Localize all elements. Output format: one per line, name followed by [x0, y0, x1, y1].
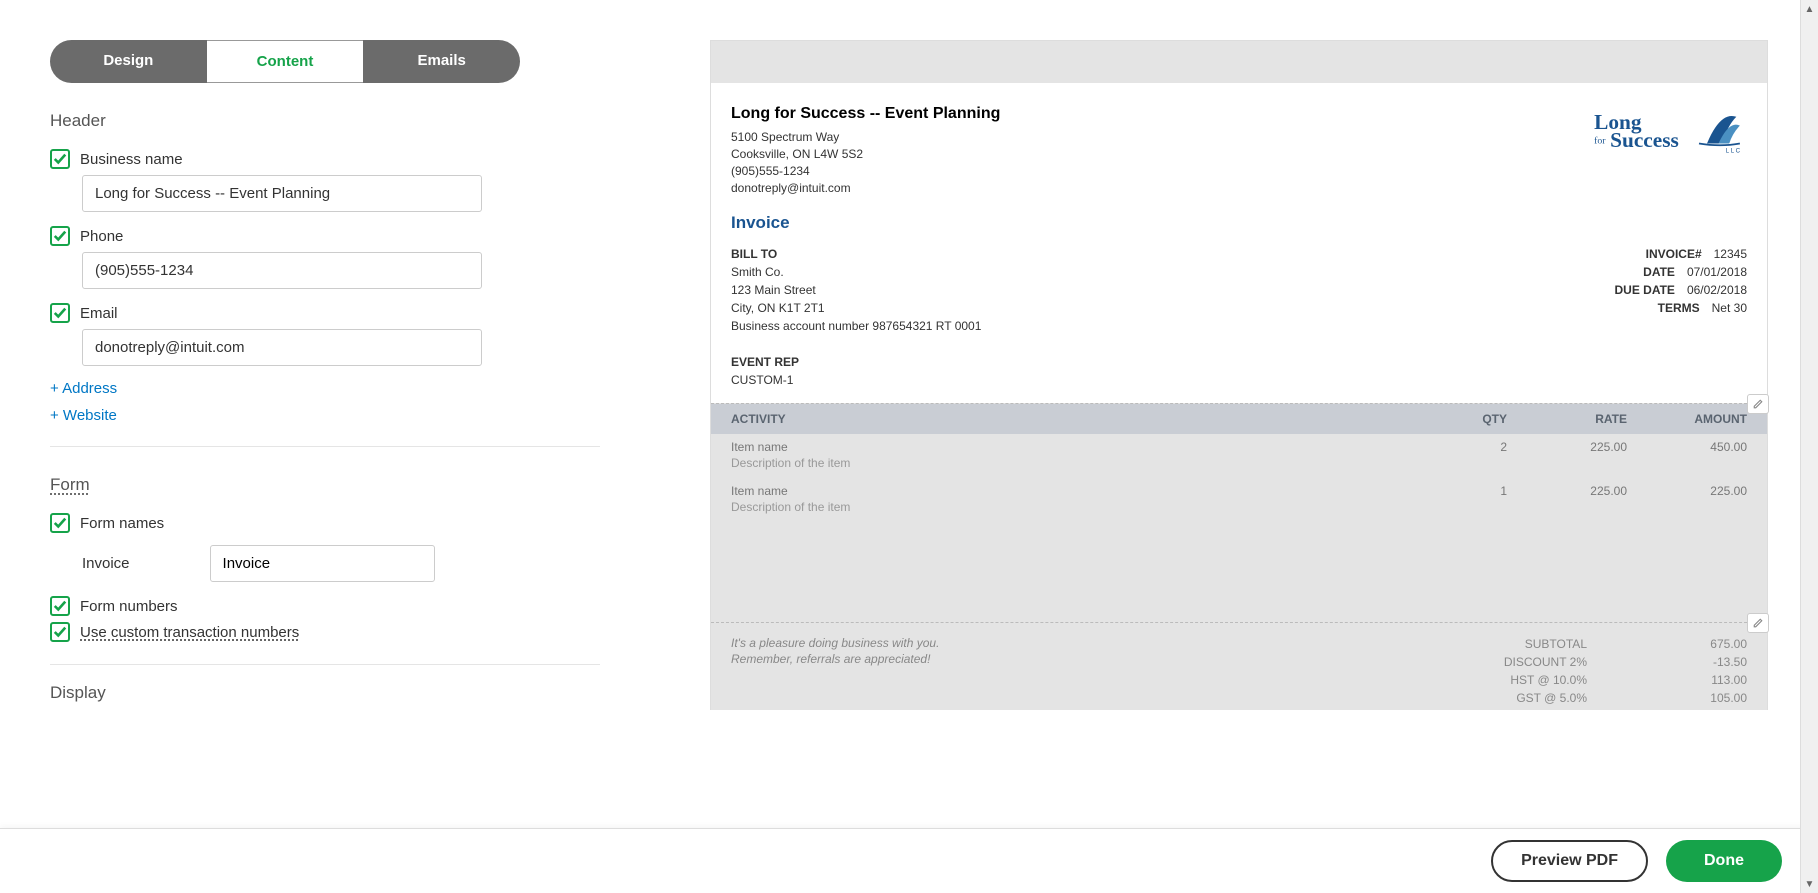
edit-totals-button[interactable] — [1747, 613, 1769, 633]
company-email: donotreply@intuit.com — [731, 180, 1000, 197]
subtotal-value: 675.00 — [1687, 635, 1747, 653]
item-desc: Description of the item — [711, 500, 1767, 522]
hst-value: 113.00 — [1687, 671, 1747, 689]
preview-pdf-button[interactable]: Preview PDF — [1491, 840, 1648, 882]
add-website-link[interactable]: + Website — [50, 407, 550, 424]
divider-2 — [50, 664, 600, 665]
phone-label: Phone — [80, 228, 123, 245]
due-label: DUE DATE — [1614, 281, 1674, 299]
settings-panel: Design Content Emails Header Business na… — [50, 0, 550, 710]
checkbox-form-numbers[interactable] — [50, 596, 70, 616]
section-form: Form — [50, 475, 550, 495]
footer: Preview PDF Done — [0, 828, 1818, 893]
col-qty: QTY — [1427, 412, 1507, 426]
total-value: $893.00 — [1687, 707, 1747, 710]
business-name-input[interactable] — [82, 175, 482, 212]
invoice-no-label: INVOICE# — [1646, 245, 1702, 263]
company-logo: Long for Success L L C — [1587, 103, 1747, 197]
event-rep-value: CUSTOM-1 — [731, 371, 1747, 389]
checkbox-form-names[interactable] — [50, 513, 70, 533]
company-addr2: Cooksville, ON L4W 5S2 — [731, 146, 1000, 163]
custom-txn-label: Use custom transaction numbers — [80, 624, 299, 641]
subtotal-label: SUBTOTAL — [1525, 635, 1587, 653]
date-label: DATE — [1643, 263, 1675, 281]
bill-to-block: BILL TO Smith Co. 123 Main Street City, … — [731, 245, 981, 335]
invoice-no: 12345 — [1714, 245, 1747, 263]
invoice-preview: Long for Success -- Event Planning 5100 … — [710, 40, 1768, 710]
email-input[interactable] — [82, 329, 482, 366]
invoice-meta: INVOICE# 12345 DATE 07/01/2018 DUE DATE 06/… — [1614, 245, 1747, 335]
tab-content[interactable]: Content — [207, 40, 364, 83]
item-desc: Description of the item — [711, 456, 1767, 478]
tab-emails[interactable]: Emails — [363, 40, 520, 83]
table-row: Item name 1 225.00 225.00 — [711, 478, 1767, 500]
discount-label: DISCOUNT 2% — [1504, 653, 1587, 671]
checkbox-business-name[interactable] — [50, 149, 70, 169]
total-label: TOTAL — [1549, 707, 1587, 710]
scroll-up-icon[interactable]: ▲ — [1801, 0, 1818, 18]
svg-text:for: for — [1594, 135, 1606, 146]
invoice-note: It's a pleasure doing business with you.… — [731, 635, 991, 710]
svg-text:Success: Success — [1610, 128, 1679, 152]
bill-to-addr1: 123 Main Street — [731, 281, 981, 299]
event-rep-label: EVENT REP — [731, 353, 1747, 371]
checkbox-custom-txn[interactable] — [50, 622, 70, 642]
checkbox-phone[interactable] — [50, 226, 70, 246]
business-name-label: Business name — [80, 151, 183, 168]
table-header: ACTIVITY QTY RATE AMOUNT — [711, 404, 1767, 434]
date-value: 07/01/2018 — [1687, 263, 1747, 281]
discount-value: -13.50 — [1687, 653, 1747, 671]
gst-value: 105.00 — [1687, 689, 1747, 707]
due-value: 06/02/2018 — [1687, 281, 1747, 299]
done-button[interactable]: Done — [1666, 840, 1782, 882]
edit-columns-button[interactable] — [1747, 394, 1769, 414]
scrollbar[interactable]: ▲ ▼ — [1800, 0, 1818, 893]
company-addr1: 5100 Spectrum Way — [731, 129, 1000, 146]
totals-section: It's a pleasure doing business with you.… — [711, 622, 1767, 710]
add-address-link[interactable]: + Address — [50, 380, 550, 397]
phone-input[interactable] — [82, 252, 482, 289]
svg-text:L L C: L L C — [1726, 147, 1741, 154]
scroll-down-icon[interactable]: ▼ — [1801, 875, 1818, 893]
table-row: Item name 2 225.00 450.00 — [711, 434, 1767, 456]
col-activity: ACTIVITY — [731, 412, 1427, 426]
form-names-label: Form names — [80, 515, 164, 532]
col-rate: RATE — [1507, 412, 1627, 426]
bill-to-name: Smith Co. — [731, 263, 981, 281]
gst-label: GST @ 5.0% — [1516, 689, 1587, 707]
bill-to-addr2: City, ON K1T 2T1 — [731, 299, 981, 317]
company-phone: (905)555-1234 — [731, 163, 1000, 180]
col-amount: AMOUNT — [1627, 412, 1747, 426]
invoice-name-input[interactable] — [210, 545, 435, 582]
section-display: Display — [50, 683, 550, 703]
line-items: Item name 2 225.00 450.00 Description of… — [711, 434, 1767, 622]
section-header: Header — [50, 111, 550, 131]
bill-to-ban: Business account number 987654321 RT 000… — [731, 317, 981, 335]
tabs-group: Design Content Emails — [50, 40, 520, 83]
checkbox-email[interactable] — [50, 303, 70, 323]
form-numbers-label: Form numbers — [80, 598, 178, 615]
bill-to-label: BILL TO — [731, 245, 981, 263]
terms-value: Net 30 — [1712, 299, 1747, 317]
divider — [50, 446, 600, 447]
hst-label: HST @ 10.0% — [1510, 671, 1587, 689]
company-block: Long for Success -- Event Planning 5100 … — [731, 103, 1000, 197]
tab-design[interactable]: Design — [50, 40, 207, 83]
email-label: Email — [80, 305, 118, 322]
terms-label: TERMS — [1658, 299, 1700, 317]
invoice-doc-title: Invoice — [711, 213, 1767, 245]
company-name: Long for Success -- Event Planning — [731, 103, 1000, 125]
invoice-sublabel: Invoice — [82, 555, 130, 572]
